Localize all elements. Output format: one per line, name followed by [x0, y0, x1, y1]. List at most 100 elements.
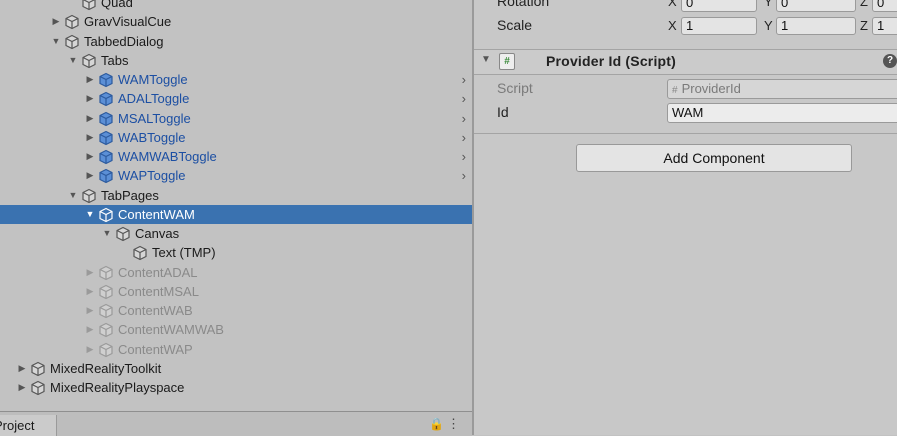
hierarchy-row-label: Text (TMP)	[152, 245, 216, 260]
prefab-cube-icon	[98, 91, 114, 107]
expand-arrow-icon[interactable]: ▼	[67, 186, 79, 205]
hierarchy-row[interactable]: ▶ ContentMSAL	[0, 282, 472, 301]
scale-z-field[interactable]: 1	[872, 17, 897, 35]
rotation-label: Rotation	[497, 0, 550, 9]
collapse-arrow-icon[interactable]: ▶	[84, 166, 96, 185]
collapse-arrow-icon[interactable]: ▶	[84, 263, 96, 282]
chevron-right-icon[interactable]: ›	[462, 89, 466, 108]
hierarchy-row-label: GravVisualCue	[84, 14, 172, 29]
more-options-icon[interactable]: ⋮	[447, 416, 460, 432]
hierarchy-row[interactable]: ▶ ContentADAL	[0, 263, 472, 282]
hierarchy-row[interactable]: ▶ ContentWAB	[0, 301, 472, 320]
chevron-right-icon[interactable]: ›	[462, 70, 466, 89]
hierarchy-row-label: Canvas	[135, 226, 180, 241]
gameobject-cube-icon	[98, 303, 114, 319]
rotation-z-axis: Z	[860, 0, 868, 9]
hierarchy-row-label: ContentWAM	[118, 207, 195, 222]
scale-z-axis: Z	[860, 18, 868, 33]
chevron-right-icon[interactable]: ›	[462, 128, 466, 147]
hierarchy-row[interactable]: ▼ Canvas	[0, 224, 472, 243]
collapse-arrow-icon[interactable]: ▶	[50, 12, 62, 31]
hierarchy-row[interactable]: ▼ Tabs	[0, 51, 472, 70]
hierarchy-row-label: TabPages	[101, 188, 159, 203]
component-title: Provider Id (Script)	[546, 53, 677, 69]
expand-arrow-icon[interactable]: ▼	[101, 224, 113, 243]
collapse-arrow-icon[interactable]: ▶	[84, 301, 96, 320]
hierarchy-row-label: Tabs	[101, 53, 129, 68]
hierarchy-row-label: TabbedDialog	[84, 34, 164, 49]
hierarchy-row[interactable]: Text (TMP)	[0, 243, 472, 262]
hierarchy-row[interactable]: ▼ ContentWAM	[0, 205, 472, 224]
id-label: Id	[497, 104, 509, 120]
expand-arrow-icon[interactable]: ▼	[67, 51, 79, 70]
hierarchy-row-label: ContentWAMWAB	[118, 322, 224, 337]
hierarchy-row[interactable]: ▶ WAMToggle ›	[0, 70, 472, 89]
tab-project-label: Project	[0, 418, 35, 433]
expand-arrow-icon[interactable]: ▼	[84, 205, 96, 224]
gameobject-cube-icon	[30, 361, 46, 377]
id-field[interactable]: WAM	[667, 103, 897, 123]
collapse-arrow-icon[interactable]: ▶	[84, 147, 96, 166]
hierarchy-row-label: WABToggle	[118, 130, 186, 145]
project-tab-bar: Project 🔒 ⋮	[0, 411, 472, 436]
collapse-arrow-icon[interactable]: ▶	[84, 320, 96, 339]
gameobject-cube-icon	[115, 226, 131, 242]
gameobject-cube-icon	[98, 284, 114, 300]
hierarchy-row[interactable]: ▶ GravVisualCue	[0, 12, 472, 31]
chevron-right-icon[interactable]: ›	[462, 109, 466, 128]
hierarchy-row-label: ContentWAP	[118, 342, 193, 357]
hierarchy-row-label: ContentMSAL	[118, 284, 199, 299]
collapse-arrow-icon[interactable]: ▶	[84, 89, 96, 108]
hierarchy-row[interactable]: Quad	[0, 0, 472, 12]
script-icon[interactable]: #	[499, 53, 515, 70]
hierarchy-row-label: ContentADAL	[118, 265, 198, 280]
hierarchy-row-label: Quad	[101, 0, 133, 10]
rotation-y-axis: Y	[764, 0, 773, 9]
rotation-x-field[interactable]: 0	[681, 0, 757, 12]
hierarchy-row[interactable]: ▶ ContentWAMWAB	[0, 320, 472, 339]
scale-y-field[interactable]: 1	[776, 17, 856, 35]
hierarchy-row[interactable]: ▶ WAPToggle ›	[0, 166, 472, 185]
collapse-arrow-icon[interactable]: ▶	[84, 128, 96, 147]
scale-x-field[interactable]: 1	[681, 17, 757, 35]
help-icon[interactable]: ?	[883, 54, 897, 68]
scale-x-axis: X	[668, 18, 677, 33]
prefab-cube-icon	[98, 168, 114, 184]
hierarchy-row-label: WAPToggle	[118, 168, 186, 183]
prefab-cube-icon	[98, 111, 114, 127]
script-field: # ProviderId	[667, 79, 897, 99]
script-label: Script	[497, 80, 533, 96]
gameobject-cube-icon	[98, 207, 114, 223]
hierarchy-row[interactable]: ▶ MixedRealityToolkit	[0, 359, 472, 378]
script-value: ProviderId	[681, 81, 741, 96]
add-component-button[interactable]: Add Component	[576, 144, 852, 172]
hierarchy-row-label: WAMWABToggle	[118, 149, 217, 164]
rotation-y-field[interactable]: 0	[776, 0, 856, 12]
collapse-arrow-icon[interactable]: ▶	[84, 109, 96, 128]
gameobject-cube-icon	[98, 322, 114, 338]
hierarchy-row[interactable]: ▶ ADALToggle ›	[0, 89, 472, 108]
expand-arrow-icon[interactable]: ▼	[50, 32, 62, 51]
hierarchy-row[interactable]: ▼ TabPages	[0, 186, 472, 205]
collapse-arrow-icon[interactable]: ▶	[16, 378, 28, 397]
hierarchy-panel: Quad ▶ GravVisualCue ▼ TabbedDialog ▼ Tabs ▶ WAM…	[0, 0, 472, 435]
tab-project[interactable]: Project	[0, 415, 57, 436]
hierarchy-row[interactable]: ▼ TabbedDialog	[0, 32, 472, 51]
component-header[interactable]: ▼ # Provider Id (Script) ?	[474, 49, 897, 75]
hierarchy-row[interactable]: ▶ ContentWAP	[0, 340, 472, 359]
lock-icon[interactable]: 🔒	[429, 417, 444, 431]
hierarchy-row[interactable]: ▶ WAMWABToggle ›	[0, 147, 472, 166]
fold-arrow-icon[interactable]: ▼	[481, 54, 491, 65]
hierarchy-row[interactable]: ▶ MixedRealityPlayspace	[0, 378, 472, 397]
hierarchy-row[interactable]: ▶ MSALToggle ›	[0, 109, 472, 128]
collapse-arrow-icon[interactable]: ▶	[84, 70, 96, 89]
hierarchy-row[interactable]: ▶ WABToggle ›	[0, 128, 472, 147]
gameobject-cube-icon	[64, 14, 80, 30]
collapse-arrow-icon[interactable]: ▶	[16, 359, 28, 378]
rotation-z-field[interactable]: 0	[872, 0, 897, 12]
chevron-right-icon[interactable]: ›	[462, 166, 466, 185]
collapse-arrow-icon[interactable]: ▶	[84, 282, 96, 301]
gameobject-cube-icon	[81, 53, 97, 69]
collapse-arrow-icon[interactable]: ▶	[84, 340, 96, 359]
chevron-right-icon[interactable]: ›	[462, 147, 466, 166]
